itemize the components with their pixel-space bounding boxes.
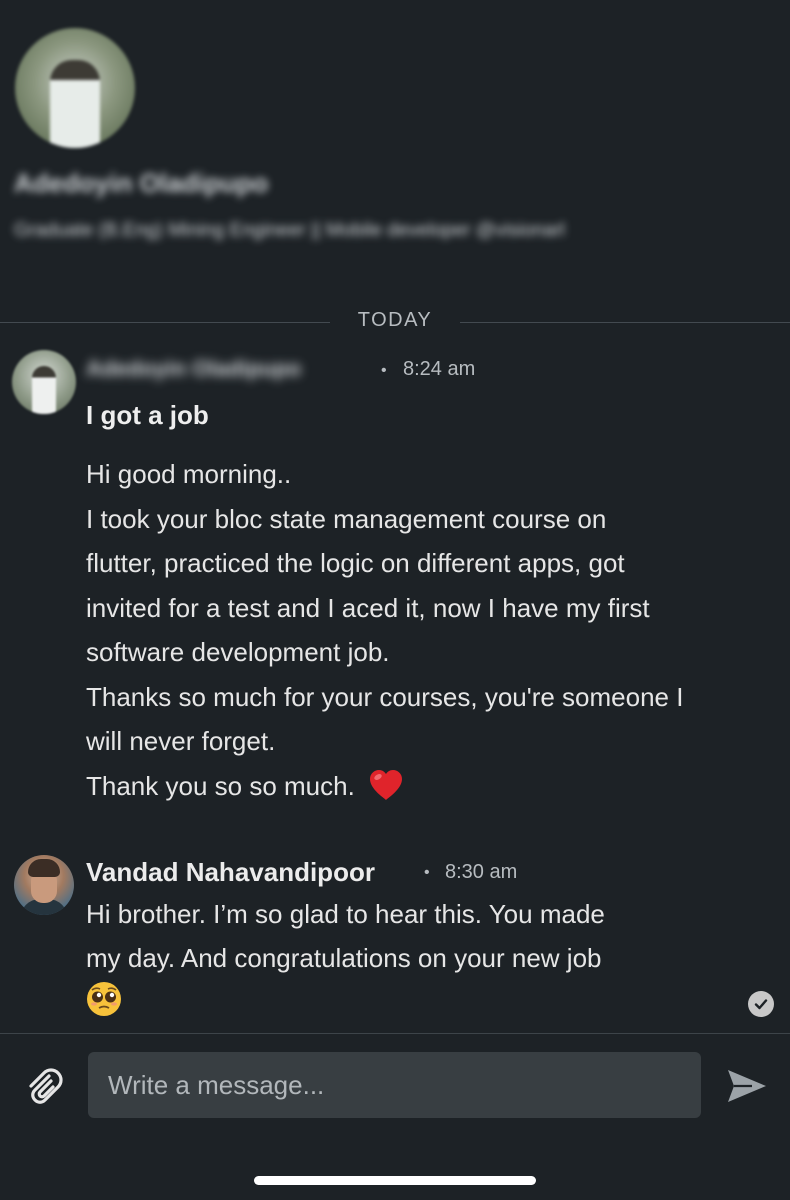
message-line-last: Thank you so so much. bbox=[86, 764, 786, 815]
send-button[interactable] bbox=[722, 1064, 770, 1108]
sender-name[interactable]: Vandad Nahavandipoor bbox=[86, 857, 375, 888]
message-line-emoji bbox=[86, 980, 746, 1030]
home-indicator[interactable] bbox=[254, 1176, 536, 1185]
compose-divider bbox=[0, 1033, 790, 1034]
send-icon bbox=[722, 1070, 770, 1112]
message-line: flutter, practiced the logic on differen… bbox=[86, 548, 625, 578]
sender-avatar[interactable] bbox=[14, 855, 74, 915]
profile-avatar[interactable] bbox=[15, 28, 135, 148]
profile-headline: Graduate (B.Eng) Mining Engineer || Mobi… bbox=[14, 220, 565, 241]
message-subject: I got a job bbox=[86, 400, 209, 430]
message-line: Thanks so much for your courses, you're … bbox=[86, 681, 684, 712]
message-line: I took your bloc state management course… bbox=[86, 503, 607, 534]
message-line: invited for a test and I aced it, now I … bbox=[86, 592, 650, 623]
message-line-text: Thank you so so much. bbox=[86, 770, 355, 801]
message-line: software development job. bbox=[86, 637, 390, 667]
message-line: Hi brother. I’m so glad to hear this. Yo… bbox=[86, 899, 605, 929]
divider-right bbox=[460, 322, 790, 323]
separator-dot: • bbox=[424, 864, 430, 881]
sender-avatar[interactable] bbox=[12, 350, 76, 414]
message-input[interactable] bbox=[88, 1052, 701, 1118]
paperclip-icon bbox=[22, 1068, 66, 1112]
message-body: Hi brother. I’m so glad to hear this. Yo… bbox=[86, 892, 746, 1030]
message-line: Hi good morning.. bbox=[86, 459, 292, 489]
message-line: my day. And congratulations on your new … bbox=[86, 943, 602, 973]
heart-icon bbox=[368, 769, 404, 815]
message-time: 8:24 am bbox=[403, 358, 476, 380]
profile-name[interactable]: Adedoyin Oladipupo bbox=[14, 168, 268, 199]
check-icon bbox=[748, 991, 774, 1017]
message-body: Hi good morning.. I took your bloc state… bbox=[86, 452, 786, 814]
message-line: will never forget. bbox=[86, 726, 276, 756]
attach-button[interactable] bbox=[22, 1064, 66, 1108]
date-separator: TODAY bbox=[357, 309, 433, 331]
pleading-face-icon bbox=[86, 981, 122, 1030]
sender-name[interactable]: Adedoyin Oladipupo bbox=[86, 356, 301, 382]
message-time: 8:30 am bbox=[445, 861, 518, 883]
separator-dot: • bbox=[381, 362, 387, 379]
